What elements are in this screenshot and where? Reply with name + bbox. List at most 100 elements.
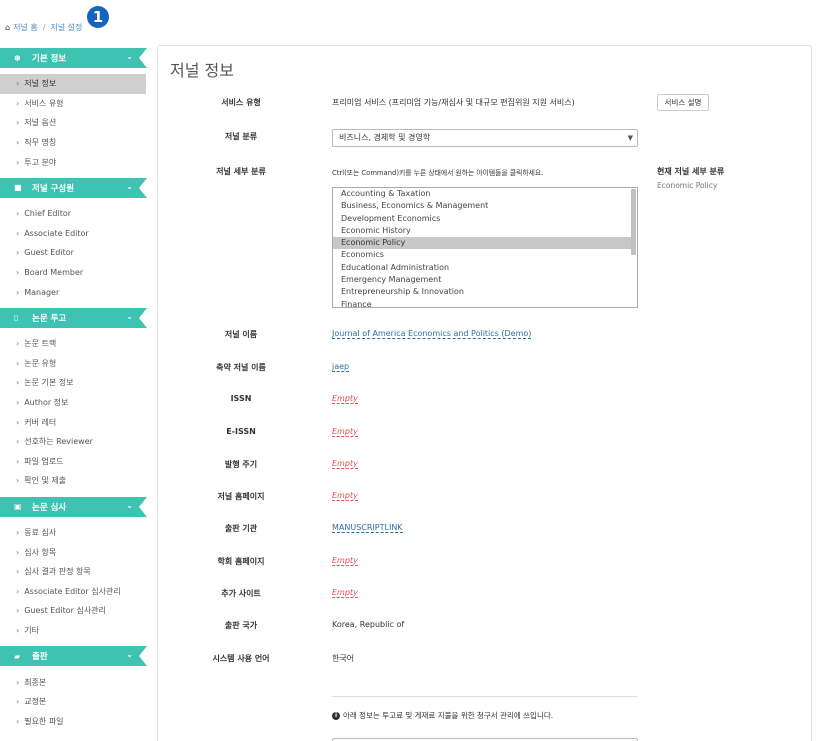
listbox-option[interactable]: Economic History: [333, 225, 631, 237]
sidebar-item[interactable]: › Chief Editor: [0, 204, 147, 224]
sidebar-section-header[interactable]: ■ 저널 구성원 ⌄: [0, 177, 147, 198]
sidebar-item[interactable]: › 심사 항목: [0, 542, 147, 562]
sidebar-item[interactable]: › 심사 결과 판정 항목: [0, 562, 147, 582]
book-icon: ▰: [14, 651, 21, 661]
sidebar-item[interactable]: › 동료 심사: [0, 523, 147, 543]
field-editable-value[interactable]: Empty: [332, 459, 358, 469]
field-editable-value[interactable]: Empty: [332, 394, 358, 404]
subcategory-listbox[interactable]: Accounting & Taxation Business, Economics…: [332, 187, 638, 308]
sidebar-item[interactable]: › 논문 유형: [0, 354, 147, 374]
field-editable-value[interactable]: Empty: [332, 427, 358, 437]
field-editable-value[interactable]: Empty: [332, 588, 358, 598]
chevron-right-icon: ›: [16, 268, 20, 278]
chevron-down-icon[interactable]: ⌄: [126, 52, 133, 61]
sidebar-item[interactable]: › 확인 및 제출: [0, 471, 147, 491]
sidebar-section-header[interactable]: ▣ 논문 심사 ⌄: [0, 496, 147, 517]
sidebar-item[interactable]: › 투고 분야: [0, 152, 147, 172]
sidebar-item[interactable]: › 서비스 유형: [0, 94, 147, 114]
listbox-option[interactable]: Entrepreneurship & Innovation: [333, 286, 631, 298]
sidebar-item[interactable]: › 저널 정보: [0, 74, 146, 94]
field-editable-value[interactable]: MANUSCRIPTLINK: [332, 523, 403, 533]
sidebar-item-label: Manager: [24, 287, 60, 297]
listbox-option[interactable]: Finance: [333, 299, 631, 307]
chevron-right-icon: ›: [16, 625, 20, 635]
sidebar-item-label: 저널 옵션: [24, 118, 57, 128]
sidebar-item[interactable]: › 파일 업로드: [0, 452, 147, 472]
sidebar-item[interactable]: › 선호하는 Reviewer: [0, 432, 147, 452]
sidebar-item[interactable]: › Guest Editor 심사관리: [0, 601, 147, 621]
sidebar-item-label: 심사 결과 판정 항목: [24, 567, 91, 577]
current-subcategory-label: 현재 저널 세부 분류: [657, 167, 725, 176]
sidebar-item[interactable]: › 직무 명칭: [0, 133, 147, 153]
sidebar-item-label: 동료 심사: [24, 527, 57, 537]
listbox-option[interactable]: Economics: [333, 249, 631, 261]
sidebar-item[interactable]: › 커버 레터: [0, 412, 147, 432]
listbox-option[interactable]: Emergency Management: [333, 274, 631, 286]
home-icon: ⌂: [5, 23, 11, 32]
listbox-option[interactable]: Economic Policy: [333, 237, 631, 250]
listbox-option[interactable]: Educational Administration: [333, 262, 631, 274]
chevron-right-icon: ›: [16, 138, 20, 148]
sidebar-section-title: 논문 심사: [32, 502, 67, 513]
chevron-right-icon: ›: [16, 98, 20, 108]
sidebar-item-label: 교정본: [24, 697, 47, 707]
info-icon: i: [332, 711, 340, 720]
chevron-down-icon[interactable]: ⌄: [126, 501, 133, 510]
field-label: 추가 사이트: [221, 589, 261, 598]
chevron-down-icon[interactable]: ⌄: [126, 312, 133, 321]
sidebar-section-header[interactable]: ▯ 논문 투고 ⌄: [0, 307, 147, 328]
sidebar-item[interactable]: › Associate Editor: [0, 224, 147, 244]
sidebar-item[interactable]: › 저널 옵션: [0, 113, 147, 133]
sidebar-item[interactable]: › Board Member: [0, 263, 147, 283]
breadcrumb-home-link[interactable]: 저널 홈: [13, 22, 38, 33]
field-editable-value[interactable]: jaep: [332, 362, 350, 372]
sidebar-item[interactable]: › 기타: [0, 621, 147, 641]
field-value: 한국어: [332, 654, 355, 663]
edit-icon: ▣: [14, 502, 22, 512]
chevron-right-icon: ›: [16, 697, 20, 707]
file-icon: ▯: [14, 313, 19, 323]
sidebar-item[interactable]: › Author 정보: [0, 393, 147, 413]
breadcrumb: ⌂ 저널 홈 / 저널 설정: [5, 22, 82, 33]
field-label: 출판 국가: [224, 621, 258, 630]
sidebar-item-label: 필요한 파일: [24, 716, 64, 726]
sidebar-item-label: 커버 레터: [24, 417, 57, 427]
field-editable-value[interactable]: Empty: [332, 556, 358, 566]
sidebar-item[interactable]: › 교정본: [0, 692, 147, 712]
sidebar-item-label: 확인 및 제출: [24, 476, 67, 486]
listbox-option[interactable]: Accounting & Taxation: [333, 188, 631, 200]
sidebar-item[interactable]: › Guest Editor: [0, 243, 147, 263]
service-description-button[interactable]: 서비스 설명: [657, 94, 709, 111]
listbox-scrollbar[interactable]: [631, 189, 636, 255]
sidebar-item-label: 심사 항목: [24, 547, 57, 557]
category-select[interactable]: 비즈니스, 경제학 및 경영학 ▼: [332, 129, 638, 147]
field-editable-value[interactable]: Journal of America Economics and Politic…: [332, 329, 532, 339]
sidebar-item[interactable]: › Manager: [0, 282, 147, 302]
sidebar-section-header[interactable]: ▰ 출판 ⌄: [0, 646, 147, 667]
sidebar-item[interactable]: › 필요한 파일: [0, 711, 147, 731]
sidebar-item[interactable]: › 논문 트랙: [0, 334, 147, 354]
sidebar-item-label: Board Member: [24, 268, 84, 278]
service-type-label: 서비스 유형: [221, 98, 261, 107]
sidebar: ✽ 기본 정보 ⌄ › 저널 정보 › 서비스 유형 › 저널 옵션 › 직무 명칭 › 투고 분야 ■ 저…: [0, 48, 147, 737]
sidebar-item[interactable]: › 최종본: [0, 672, 147, 692]
listbox-option[interactable]: Development Economics: [333, 213, 631, 225]
breadcrumb-current-link[interactable]: 저널 설정: [50, 22, 82, 33]
briefcase-icon: ■: [14, 183, 22, 193]
sidebar-item-label: Chief Editor: [24, 209, 72, 219]
sidebar-item-label: Associate Editor: [24, 228, 89, 238]
caret-down-icon: ▼: [627, 134, 633, 142]
chevron-right-icon: ›: [16, 417, 20, 427]
listbox-option[interactable]: Business, Economics & Management: [333, 200, 631, 212]
chevron-right-icon: ›: [16, 476, 20, 486]
main-panel: [157, 45, 812, 741]
sidebar-item[interactable]: › 논문 기본 정보: [0, 373, 147, 393]
chevron-down-icon[interactable]: ⌄: [126, 650, 133, 659]
chevron-down-icon[interactable]: ⌄: [126, 182, 133, 191]
category-selected-value: 비즈니스, 경제학 및 경영학: [339, 133, 431, 142]
field-label: 저널 이름: [224, 330, 258, 339]
field-editable-value[interactable]: Empty: [332, 491, 358, 501]
chevron-right-icon: ›: [16, 437, 20, 447]
sidebar-section-header[interactable]: ✽ 기본 정보 ⌄: [0, 48, 147, 68]
sidebar-item[interactable]: › Associate Editor 심사관리: [0, 581, 147, 601]
